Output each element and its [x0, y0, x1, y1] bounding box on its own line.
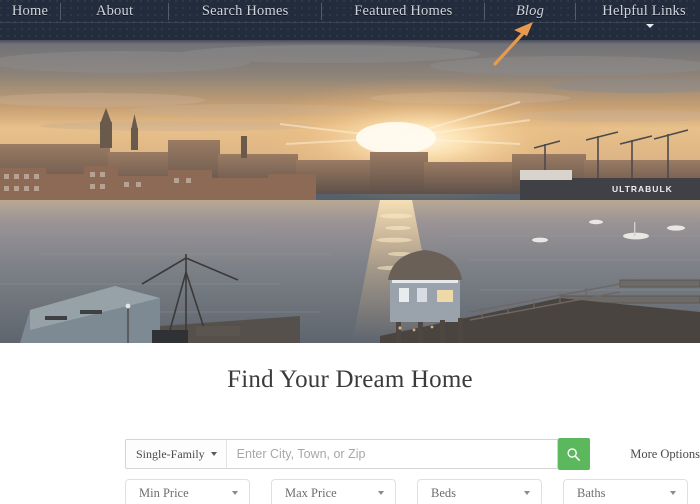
nav-item-search-homes[interactable]: Search Homes [188, 0, 303, 22]
hero-image: ULTRABULK [0, 40, 700, 343]
city-search-input[interactable] [225, 439, 558, 469]
hero-illustration: ULTRABULK [0, 40, 700, 343]
nav-divider [321, 2, 323, 20]
nav-item-label: Home [11, 2, 49, 19]
chevron-down-icon[interactable] [646, 24, 654, 28]
beds-label: Beds [431, 485, 456, 500]
min-price-select[interactable]: Min Price [125, 479, 250, 504]
nav-item-label: Featured Homes [354, 2, 453, 19]
nav-items-row: Home About Search Homes Featured Homes B… [0, 0, 700, 22]
search-icon [567, 447, 581, 461]
nav-divider [60, 2, 61, 20]
baths-label: Baths [577, 485, 606, 500]
nav-item-label: Search Homes [201, 2, 289, 19]
max-price-label: Max Price [285, 485, 337, 500]
search-section: Find Your Dream Home Single-Family More … [0, 343, 700, 504]
nav-item-featured-homes[interactable]: Featured Homes [341, 0, 466, 22]
max-price-select[interactable]: Max Price [271, 479, 396, 504]
nav-item-label: Helpful Links [602, 2, 686, 19]
search-primary-row: Single-Family More Options [0, 438, 700, 470]
beds-select[interactable]: Beds [417, 479, 542, 504]
property-type-label: Single-Family [136, 446, 205, 461]
min-price-label: Min Price [139, 485, 189, 500]
search-button[interactable] [557, 438, 591, 470]
nav-divider [168, 2, 170, 20]
top-navigation-bar: Home About Search Homes Featured Homes B… [0, 0, 700, 40]
caret-down-icon [378, 491, 384, 495]
nav-bottom-rule [0, 22, 700, 23]
caret-down-icon [210, 452, 217, 456]
nav-item-helpful-links[interactable]: Helpful Links [594, 0, 694, 22]
nav-divider [484, 2, 486, 20]
nav-item-label: About [95, 2, 134, 19]
baths-select[interactable]: Baths [563, 479, 688, 504]
more-options-link[interactable]: More Options [630, 447, 700, 462]
nav-item-label: Blog [515, 2, 545, 19]
nav-item-home[interactable]: Home [0, 0, 60, 22]
search-filters-row: Min Price Max Price Beds Baths [0, 479, 700, 504]
nav-divider [574, 2, 576, 20]
property-type-dropdown[interactable]: Single-Family [125, 439, 226, 469]
caret-down-icon [524, 491, 530, 495]
caret-down-icon [232, 491, 238, 495]
ship-name-label: ULTRABULK [612, 184, 673, 194]
nav-item-blog[interactable]: Blog [504, 0, 556, 22]
page-title: Find Your Dream Home [227, 366, 473, 393]
nav-item-about[interactable]: About [80, 0, 150, 22]
caret-down-icon [670, 491, 676, 495]
